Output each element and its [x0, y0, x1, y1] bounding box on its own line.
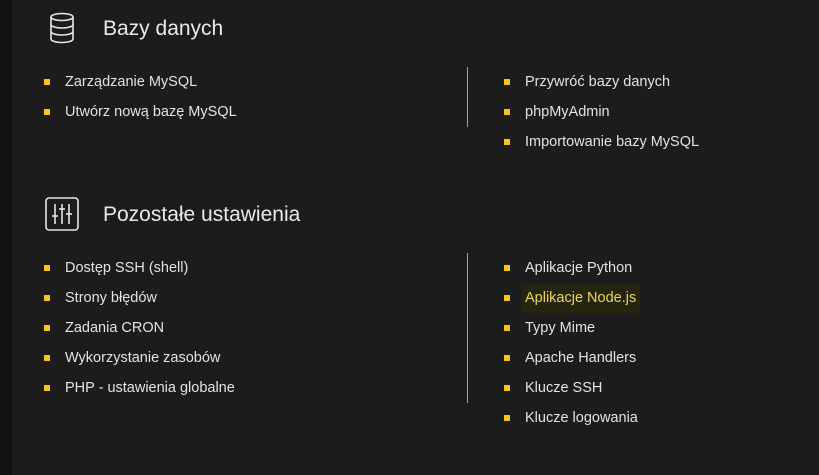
list-item-login-keys[interactable]: Klucze logowania	[504, 403, 640, 433]
list-item-label[interactable]: Klucze logowania	[525, 410, 638, 426]
list-item-nodejs-apps[interactable]: Aplikacje Node.js	[504, 283, 641, 313]
databases-right-list: Przywróć bazy danych phpMyAdmin Importow…	[504, 67, 699, 157]
list-item-php-global-settings[interactable]: PHP - ustawienia globalne	[44, 373, 235, 403]
bullet-icon	[504, 139, 510, 145]
list-item-apache-handlers[interactable]: Apache Handlers	[504, 343, 640, 373]
section-header-databases: Bazy danych	[12, 10, 612, 58]
list-item-label[interactable]: Wykorzystanie zasobów	[65, 350, 220, 366]
list-item-label[interactable]: Przywróć bazy danych	[525, 74, 670, 90]
list-item-error-pages[interactable]: Strony błędów	[44, 283, 235, 313]
bullet-icon	[504, 79, 510, 85]
content-panel: Bazy danych Zarządzanie MySQL Utwórz now…	[12, 0, 819, 475]
list-item-label[interactable]: Strony błędów	[65, 290, 157, 306]
list-item-label[interactable]: Typy Mime	[525, 320, 595, 336]
bullet-icon	[504, 295, 510, 301]
list-item-label[interactable]: Aplikacje Python	[525, 260, 632, 276]
section-title-databases: Bazy danych	[103, 17, 224, 40]
section-header-other-settings: Pozostałe ustawienia	[12, 196, 612, 244]
bullet-icon	[44, 325, 50, 331]
list-item-label[interactable]: phpMyAdmin	[525, 104, 610, 120]
column-divider	[467, 67, 468, 127]
list-item-label[interactable]: Utwórz nową bazę MySQL	[65, 104, 237, 120]
databases-left-list: Zarządzanie MySQL Utwórz nową bazę MySQL	[44, 67, 237, 127]
bullet-icon	[504, 325, 510, 331]
list-item-label[interactable]: Zadania CRON	[65, 320, 164, 336]
bullet-icon	[44, 295, 50, 301]
bullet-icon	[44, 109, 50, 115]
list-item-mime-types[interactable]: Typy Mime	[504, 313, 640, 343]
list-item-ssh-keys[interactable]: Klucze SSH	[504, 373, 640, 403]
database-icon	[44, 10, 80, 46]
bullet-icon	[44, 79, 50, 85]
section-other-settings: Pozostałe ustawienia Dostęp SSH (shell) …	[12, 196, 819, 466]
list-item-ssh-access[interactable]: Dostęp SSH (shell)	[44, 253, 235, 283]
bullet-icon	[44, 265, 50, 271]
list-item-label[interactable]: Importowanie bazy MySQL	[525, 134, 699, 150]
list-item-resource-usage[interactable]: Wykorzystanie zasobów	[44, 343, 235, 373]
list-item-label[interactable]: Zarządzanie MySQL	[65, 74, 197, 90]
list-item-create-mysql-db[interactable]: Utwórz nową bazę MySQL	[44, 97, 237, 127]
list-item-phpmyadmin[interactable]: phpMyAdmin	[504, 97, 699, 127]
bullet-icon	[504, 385, 510, 391]
column-divider	[467, 253, 468, 403]
section-databases: Bazy danych Zarządzanie MySQL Utwórz now…	[12, 10, 819, 160]
list-item-mysql-management[interactable]: Zarządzanie MySQL	[44, 67, 237, 97]
bullet-icon	[504, 109, 510, 115]
list-item-label[interactable]: Aplikacje Node.js	[521, 284, 641, 313]
section-title-other-settings: Pozostałe ustawienia	[103, 203, 301, 226]
other-settings-left-list: Dostęp SSH (shell) Strony błędów Zadania…	[44, 253, 235, 403]
bullet-icon	[504, 355, 510, 361]
list-item-import-mysql[interactable]: Importowanie bazy MySQL	[504, 127, 699, 157]
settings-sliders-icon	[44, 196, 80, 232]
list-item-cron-jobs[interactable]: Zadania CRON	[44, 313, 235, 343]
list-item-label[interactable]: Apache Handlers	[525, 350, 636, 366]
bullet-icon	[504, 265, 510, 271]
bullet-icon	[44, 385, 50, 391]
list-item-label[interactable]: PHP - ustawienia globalne	[65, 380, 235, 396]
list-item-python-apps[interactable]: Aplikacje Python	[504, 253, 640, 283]
bullet-icon	[44, 355, 50, 361]
other-settings-right-list: Aplikacje Python Aplikacje Node.js Typy …	[504, 253, 641, 433]
list-item-restore-databases[interactable]: Przywróć bazy danych	[504, 67, 699, 97]
bullet-icon	[504, 415, 510, 421]
list-item-label[interactable]: Klucze SSH	[525, 380, 602, 396]
list-item-label[interactable]: Dostęp SSH (shell)	[65, 260, 188, 276]
